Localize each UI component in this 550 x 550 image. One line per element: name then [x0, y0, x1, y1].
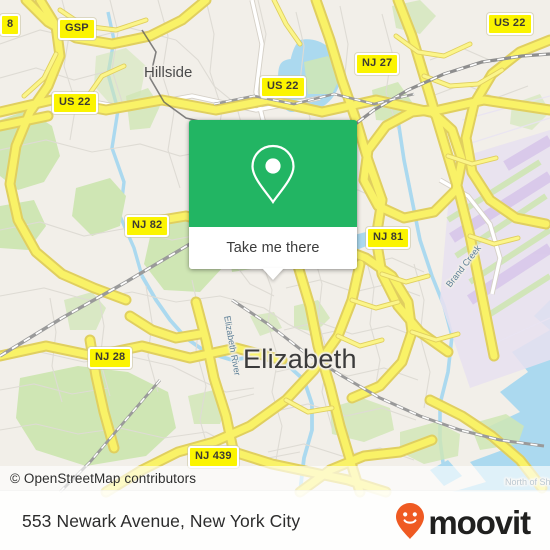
moovit-smiley-pin-icon [396, 503, 425, 539]
callout-tail [262, 268, 284, 280]
place-label-city: Elizabeth [243, 344, 357, 374]
moovit-wordmark: moovit [428, 503, 531, 541]
map-screenshot-root: 8 GSP US 22 NJ 27 US 22 US 22 NJ 82 NJ 81 NJ 28 N… [0, 0, 550, 550]
callout-action-panel[interactable]: Take me there [189, 227, 357, 280]
road-shield: NJ 82 [125, 215, 170, 237]
road-shield: NJ 28 [88, 347, 133, 369]
moovit-brand[interactable]: moovit [395, 502, 550, 540]
place-label-town: Hillside [144, 64, 193, 81]
road-shield: US 22 [260, 76, 306, 98]
footer-bar: 553 Newark Avenue, New York City moovit [0, 490, 550, 550]
road-shield: US 22 [487, 13, 533, 35]
road-shield: NJ 439 [188, 446, 239, 468]
road-shield: GSP [58, 18, 96, 40]
take-me-there-label[interactable]: Take me there [226, 240, 319, 256]
map-pin-icon [251, 144, 295, 204]
attribution-text[interactable]: © OpenStreetMap contributors [0, 471, 196, 486]
callout-icon-panel [189, 120, 357, 227]
address-label: 553 Newark Avenue, New York City [22, 510, 301, 531]
destination-callout[interactable]: Take me there [189, 120, 357, 280]
road-shield: US 22 [52, 92, 98, 114]
road-shield: NJ 27 [355, 53, 400, 75]
road-shield: 8 [0, 14, 21, 36]
map-attribution-bar: © OpenStreetMap contributors [0, 466, 550, 490]
road-shield: NJ 81 [366, 227, 411, 249]
